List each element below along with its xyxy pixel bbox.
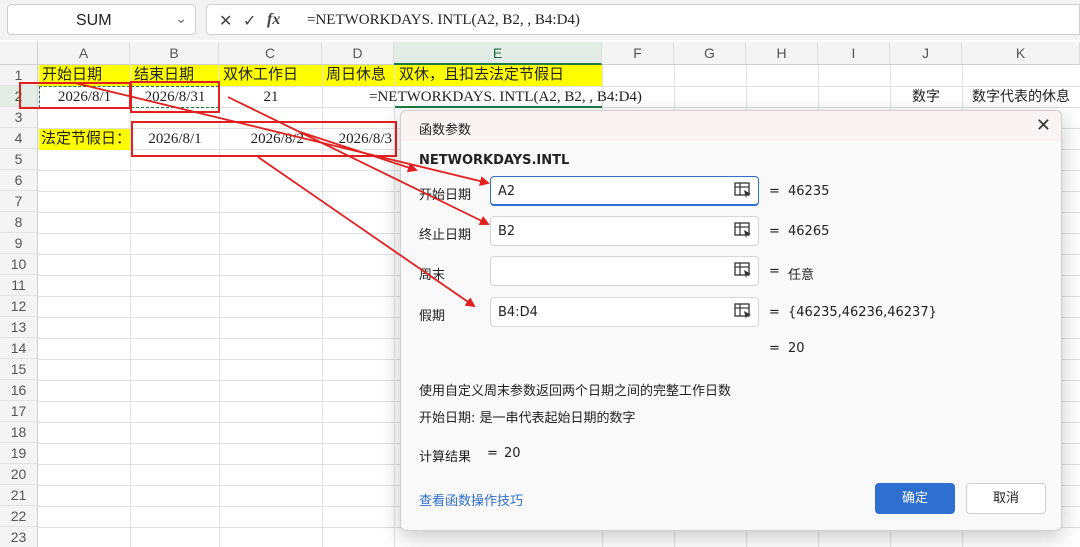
row-header[interactable]: 22 <box>0 506 38 527</box>
total-equals: = <box>769 341 780 356</box>
formula-input[interactable]: ✕ ✓ fx =NETWORKDAYS. INTL(A2, B2, , B4:D… <box>206 4 1080 35</box>
arg-value: A2 <box>498 184 516 199</box>
calc-result-value: 20 <box>504 446 521 461</box>
cell-e2[interactable]: =NETWORKDAYS. INTL(A2, B2, , B4:D4) <box>369 87 642 108</box>
row-header[interactable]: 4 <box>0 128 38 149</box>
row-header[interactable]: 17 <box>0 401 38 422</box>
column-header-f[interactable]: F <box>602 42 674 65</box>
row-header[interactable]: 5 <box>0 149 38 170</box>
row-header[interactable]: 15 <box>0 359 38 380</box>
range-select-icon[interactable] <box>734 262 752 278</box>
arg-input-holidays[interactable]: B4:D4 <box>490 297 759 327</box>
range-select-icon[interactable] <box>734 222 752 238</box>
cell-c2[interactable]: 21 <box>220 87 322 108</box>
select-all-corner[interactable] <box>0 42 38 65</box>
column-header-a[interactable]: A <box>38 42 130 65</box>
name-box-value: SUM <box>76 12 112 29</box>
formula-text: =NETWORKDAYS. INTL(A2, B2, , B4:D4) <box>307 12 580 28</box>
row-header[interactable]: 3 <box>0 107 38 128</box>
row-header[interactable]: 14 <box>0 338 38 359</box>
cell-d1[interactable]: 周日休息 <box>323 65 394 86</box>
row-header[interactable]: 6 <box>0 170 38 191</box>
help-link[interactable]: 查看函数操作技巧 <box>419 490 523 509</box>
column-header-g[interactable]: G <box>674 42 746 65</box>
dialog-titlebar[interactable] <box>401 111 1061 141</box>
fx-icon[interactable]: fx <box>267 11 280 29</box>
function-description: 使用自定义周末参数返回两个日期之间的完整工作日数 <box>419 384 732 399</box>
arg-result: 46235 <box>788 184 830 199</box>
name-box[interactable]: SUM ⌄ <box>7 4 196 35</box>
row-header[interactable]: 8 <box>0 212 38 233</box>
argument-description: 开始日期: 是一串代表起始日期的数字 <box>419 411 636 426</box>
total-result: 20 <box>788 341 805 356</box>
formula-bar: SUM ⌄ ✕ ✓ fx =NETWORKDAYS. INTL(A2, B2, … <box>0 0 1080 40</box>
row-header[interactable]: 20 <box>0 464 38 485</box>
arg-equals: = <box>769 224 780 239</box>
row-header[interactable]: 21 <box>0 485 38 506</box>
arg-equals: = <box>769 305 780 320</box>
arg-equals: = <box>769 264 780 279</box>
chevron-down-icon[interactable]: ⌄ <box>175 11 187 27</box>
function-arguments-dialog: 函数参数 ✕ NETWORKDAYS.INTL 开始日期 A2 = 46235 … <box>400 110 1062 531</box>
annotation-box-b2 <box>130 81 220 113</box>
range-select-icon[interactable] <box>734 303 752 319</box>
calc-result-equals: = <box>487 446 498 461</box>
annotation-box-a2 <box>19 82 131 109</box>
row-header[interactable]: 18 <box>0 422 38 443</box>
cell-c1[interactable]: 双休工作日 <box>220 65 322 86</box>
row-header[interactable]: 12 <box>0 296 38 317</box>
row-header[interactable]: 7 <box>0 191 38 212</box>
column-header-i[interactable]: I <box>818 42 890 65</box>
arg-value: B4:D4 <box>498 305 538 320</box>
row-header[interactable]: 9 <box>0 233 38 254</box>
row-header[interactable]: 10 <box>0 254 38 275</box>
arg-input-end-date[interactable]: B2 <box>490 216 759 246</box>
column-header-e[interactable]: E <box>394 42 602 65</box>
column-header-k[interactable]: K <box>962 42 1080 65</box>
arg-result: 46265 <box>788 224 830 239</box>
cancel-button[interactable]: 取消 <box>966 483 1046 514</box>
cell-k2[interactable]: 数字代表的休息 <box>972 87 1080 108</box>
column-header-c[interactable]: C <box>219 42 322 65</box>
column-header-j[interactable]: J <box>890 42 962 65</box>
arg-label-holidays: 假期 <box>419 309 446 324</box>
calc-result-label: 计算结果 <box>419 450 472 465</box>
function-name: NETWORKDAYS.INTL <box>419 153 570 168</box>
arg-input-weekend[interactable] <box>490 256 759 286</box>
arg-value: B2 <box>498 224 516 239</box>
spreadsheet-window: SUM ⌄ ✕ ✓ fx =NETWORKDAYS. INTL(A2, B2, … <box>0 0 1080 547</box>
arg-label-weekend: 周末 <box>419 268 446 283</box>
cancel-icon[interactable]: ✕ <box>219 11 232 30</box>
annotation-box-holidays <box>131 121 397 157</box>
row-header[interactable]: 11 <box>0 275 38 296</box>
arg-label-end-date: 终止日期 <box>419 228 472 243</box>
row-header[interactable]: 19 <box>0 443 38 464</box>
column-header-d[interactable]: D <box>322 42 394 65</box>
cell-a4[interactable]: 法定节假日： <box>39 129 131 150</box>
column-header-b[interactable]: B <box>130 42 219 65</box>
active-cell-indicator <box>395 106 602 108</box>
range-select-icon[interactable] <box>734 182 752 198</box>
cell-e1[interactable]: 双休，且扣去法定节假日 <box>395 65 602 86</box>
enter-icon[interactable]: ✓ <box>243 11 256 30</box>
row-header[interactable]: 23 <box>0 527 38 547</box>
cell-j2[interactable]: 数字 <box>890 87 962 108</box>
arg-label-start-date: 开始日期 <box>419 188 472 203</box>
column-header-h[interactable]: H <box>746 42 818 65</box>
dialog-title: 函数参数 <box>419 123 472 138</box>
ok-button[interactable]: 确定 <box>875 483 955 514</box>
row-header[interactable]: 13 <box>0 317 38 338</box>
arg-equals: = <box>769 184 780 199</box>
arg-input-start-date[interactable]: A2 <box>490 176 759 206</box>
close-icon[interactable]: ✕ <box>1036 115 1051 136</box>
arg-result: 任意 <box>788 268 815 283</box>
arg-result: {46235,46236,46237} <box>788 305 937 320</box>
row-header[interactable]: 16 <box>0 380 38 401</box>
